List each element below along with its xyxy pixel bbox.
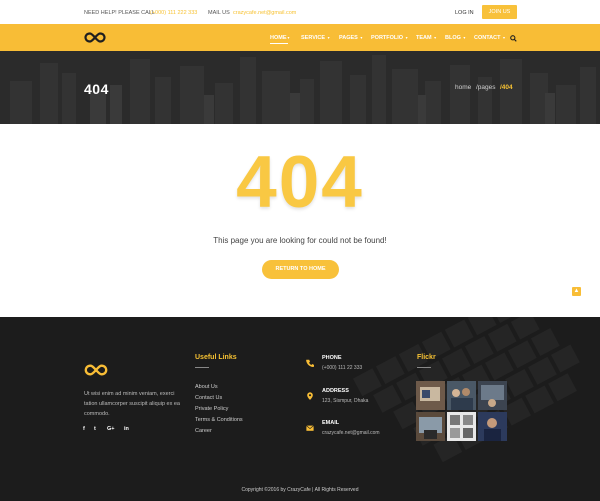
footer-description: Ut wisi enim ad minim veniam, exerci tat… [84,391,180,417]
nav-item-service[interactable]: SERVICE ▾ [301,35,330,41]
twitter-icon[interactable]: t [94,426,96,432]
phone-icon [306,359,314,367]
footer-link-terms[interactable]: Terms & Conditions [195,417,243,423]
infinity-logo-icon[interactable] [84,363,108,377]
map-pin-icon [307,392,313,400]
google-plus-icon[interactable]: G+ [107,426,115,432]
chevron-down-icon: ▾ [434,35,437,40]
page-header: 404 home /pages /404 [0,51,600,124]
email-link[interactable]: crazycafe.net@gmail.com [233,10,296,16]
phone-link[interactable]: (+000) 111 222 333 [150,10,197,16]
breadcrumb-home[interactable]: home [455,84,471,91]
nav-label: HOME [270,35,287,41]
help-label: NEED HELP! PLEASE CALL [84,10,155,16]
flickr-heading: Flickr [417,354,436,361]
flickr-photo[interactable] [447,381,476,410]
facebook-icon[interactable]: f [83,426,85,432]
flickr-photo[interactable] [478,412,507,441]
nav-item-blog[interactable]: BLOG ▾ [445,35,465,41]
address-value: 123, Sismpur, Dhaka [322,398,369,404]
envelope-icon [306,425,314,431]
join-button[interactable]: JOIN US [482,5,517,19]
email-label: EMAIL [322,420,340,426]
chevron-down-icon: ▾ [463,35,466,40]
return-home-button[interactable]: RETURN TO HOME [262,260,339,279]
footer: Ut wisi enim ad minim veniam, exerci tat… [0,317,600,501]
linkedin-icon[interactable]: in [124,426,129,432]
top-bar: NEED HELP! PLEASE CALL (+000) 111 222 33… [0,0,600,24]
heading-divider [417,367,431,368]
scroll-to-top-button[interactable]: ▲ [572,287,581,296]
chevron-down-icon: ▾ [327,35,330,40]
copyright-text: Copyright ©2016 by CrazyCafe | All Right… [241,487,359,493]
main-nav: HOME▾ SERVICE ▾ PAGES ▾ PORTFOLIO ▾ TEAM… [0,24,600,51]
nav-item-portfolio[interactable]: PORTFOLIO ▾ [371,35,408,41]
footer-link-about[interactable]: About Us [195,384,218,390]
chevron-down-icon: ▾ [503,35,506,40]
address-label: ADDRESS [322,388,349,394]
breadcrumb-current: /404 [500,84,513,91]
nav-label: SERVICE [301,35,326,41]
nav-label: PAGES [339,35,358,41]
nav-item-pages[interactable]: PAGES ▾ [339,35,362,41]
footer-link-privacy[interactable]: Private Policy [195,406,228,412]
breadcrumb-pages[interactable]: /pages [476,84,496,91]
nav-item-home[interactable]: HOME▾ [270,35,290,41]
infinity-logo-icon[interactable] [84,31,106,44]
heading-divider [195,367,209,368]
error-message: This page you are looking for could not … [213,236,387,245]
useful-links-heading: Useful Links [195,354,237,361]
chevron-up-icon: ▲ [573,288,580,294]
flickr-photo[interactable] [478,381,507,410]
flickr-photo[interactable] [416,412,445,441]
nav-label: PORTFOLIO [371,35,404,41]
flickr-photo[interactable] [447,412,476,441]
chevron-down-icon: ▾ [287,35,290,40]
phone-value: (+000) 111 22 333 [322,365,363,371]
nav-label: BLOG [445,35,461,41]
nav-item-contact[interactable]: CONTACT ▾ [474,35,505,41]
flickr-photo[interactable] [416,381,445,410]
nav-label: TEAM [416,35,432,41]
nav-item-team[interactable]: TEAM ▾ [416,35,436,41]
phone-label: PHONE [322,355,342,361]
active-indicator [270,43,288,44]
footer-link-career[interactable]: Career [195,428,212,434]
page-title: 404 [84,81,109,97]
login-link[interactable]: LOG IN [455,10,474,16]
error-code: 404 [236,142,364,223]
footer-link-contact[interactable]: Contact Us [195,395,222,401]
chevron-down-icon: ▾ [405,35,408,40]
email-value[interactable]: crazycafe.net@gmail.com [322,430,380,436]
mail-label: MAIL US [208,10,230,16]
chevron-down-icon: ▾ [360,35,363,40]
search-icon[interactable] [510,35,517,42]
nav-label: CONTACT [474,35,501,41]
